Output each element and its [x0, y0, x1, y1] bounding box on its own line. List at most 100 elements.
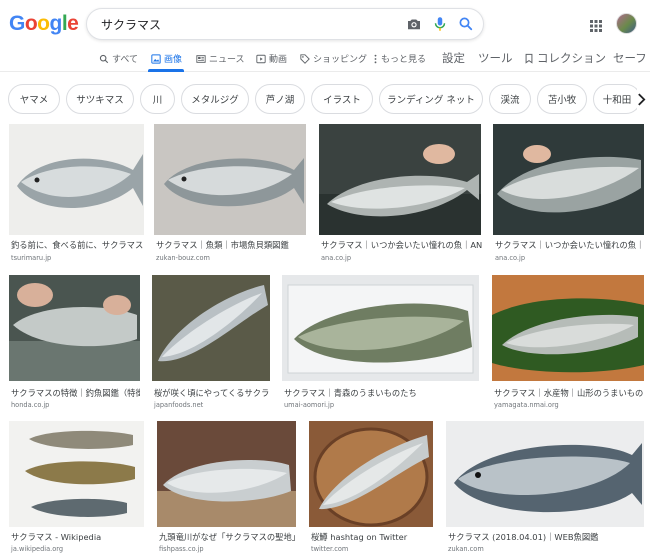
image-result[interactable]: サクラマス｜青森のうまいものたち umai-aomori.jp	[282, 275, 480, 410]
chip[interactable]: 渓流	[489, 84, 531, 114]
logo-letter: e	[67, 12, 79, 35]
chip[interactable]: 十和田	[593, 84, 641, 114]
result-thumbnail[interactable]	[9, 421, 144, 527]
chevron-right-icon[interactable]	[637, 84, 650, 114]
chip[interactable]: メタルジグ	[181, 84, 249, 114]
result-source: zukan.com	[448, 545, 484, 553]
result-thumbnail[interactable]	[282, 275, 479, 381]
result-source: yamagata.nmai.org	[494, 401, 559, 409]
result-source: japanfoods.net	[154, 401, 204, 409]
result-thumbnail[interactable]	[493, 124, 644, 235]
result-title[interactable]: サクラマス - Wikipedia	[11, 531, 145, 543]
logo-letter: o	[37, 12, 50, 35]
search-box[interactable]: サクラマス	[86, 8, 484, 40]
result-title[interactable]: サクラマスの特徴｜釣魚図鑑（特徴...	[11, 387, 140, 399]
tab-all[interactable]: すべて	[99, 52, 138, 65]
image-result[interactable]: 桜が咲く頃にやってくるサクラ... japanfoods.net	[152, 275, 270, 410]
result-source: ana.co.jp	[321, 254, 352, 262]
result-thumbnail[interactable]	[446, 421, 644, 527]
bookmark-icon	[525, 53, 533, 64]
tab-label: 動画	[269, 55, 288, 65]
result-title[interactable]: サクラマス｜水産物｜山形のうまいもの...	[494, 387, 644, 399]
result-title[interactable]: サクラマス｜いつか会いたい憧れの魚｜...	[495, 239, 644, 251]
result-thumbnail[interactable]	[309, 421, 433, 527]
image-result[interactable]: サクラマス｜いつか会いたい憧れの魚｜... ana.co.jp	[493, 124, 644, 264]
tab-videos[interactable]: 動画	[256, 52, 287, 65]
image-result[interactable]: 桜鱒 hashtag on Twitter twitter.com	[309, 421, 434, 557]
result-title[interactable]: サクラマス｜魚類｜市場魚貝類図鑑	[156, 239, 306, 251]
tab-label: すべて	[112, 55, 139, 65]
image-result[interactable]: サクラマス｜水産物｜山形のうまいもの... yamagata.nmai.org	[492, 275, 644, 410]
image-result[interactable]: サクラマスの特徴｜釣魚図鑑（特徴... honda.co.jp	[9, 275, 140, 410]
result-thumbnail[interactable]	[157, 421, 296, 527]
tab-tools[interactable]: ツール	[478, 50, 513, 66]
news-icon	[196, 54, 206, 63]
chip[interactable]: イラスト	[311, 84, 373, 114]
more-icon	[374, 54, 377, 63]
result-title[interactable]: サクラマス｜青森のうまいものたち	[284, 387, 479, 399]
result-title[interactable]: 釣る前に、食べる前に、サクラマス...	[11, 239, 144, 251]
mic-icon[interactable]	[431, 15, 449, 33]
result-source: tsurimaru.jp	[11, 254, 52, 262]
tab-label: セーフ	[613, 51, 647, 65]
grid-apps-icon[interactable]	[590, 17, 602, 32]
result-source: twitter.com	[311, 545, 349, 553]
image-result[interactable]: サクラマス｜魚類｜市場魚貝類図鑑 zukan-bouz.com	[154, 124, 307, 264]
chip[interactable]: サツキマス	[66, 84, 134, 114]
tab-label: 設定	[442, 51, 465, 65]
chip[interactable]: 川	[140, 84, 175, 114]
tab-collections[interactable]: コレクション	[524, 50, 606, 66]
image-result[interactable]: サクラマス｜いつか会いたい憧れの魚｜ANA... ana.co.jp	[319, 124, 482, 264]
tab-label: ツール	[478, 51, 513, 65]
result-thumbnail[interactable]	[492, 275, 644, 381]
image-result[interactable]: 釣る前に、食べる前に、サクラマス... tsurimaru.jp	[9, 124, 144, 264]
search-icon[interactable]	[457, 15, 475, 33]
google-logo[interactable]: Google	[9, 12, 79, 36]
tab-settings[interactable]: 設定	[442, 50, 465, 66]
result-source: ja.wikipedia.org	[11, 545, 64, 553]
image-result[interactable]: サクラマス - Wikipedia ja.wikipedia.org	[9, 421, 145, 557]
tab-shopping[interactable]: ショッピング	[300, 52, 367, 65]
result-thumbnail[interactable]	[319, 124, 481, 235]
active-tab-indicator	[148, 69, 184, 72]
result-title[interactable]: サクラマス｜いつか会いたい憧れの魚｜ANA...	[321, 239, 482, 251]
camera-icon[interactable]	[405, 15, 423, 33]
result-title[interactable]: 九頭竜川がなぜ「サクラマスの聖地」...	[159, 531, 296, 543]
image-result[interactable]: サクラマス (2018.04.01)｜WEB魚図鑑 zukan.com	[446, 421, 644, 557]
video-icon	[256, 54, 266, 63]
search-input[interactable]: サクラマス	[101, 16, 161, 33]
chip[interactable]: 芦ノ湖	[255, 84, 305, 114]
tab-images[interactable]: 画像	[151, 52, 182, 65]
chip[interactable]: 苫小牧	[537, 84, 587, 114]
result-title[interactable]: サクラマス (2018.04.01)｜WEB魚図鑑	[448, 531, 644, 543]
tab-label: ニュース	[209, 55, 245, 65]
tab-news[interactable]: ニュース	[196, 52, 245, 65]
search-icon	[99, 54, 109, 63]
image-icon	[151, 53, 161, 64]
result-source: honda.co.jp	[11, 401, 50, 409]
tab-safesearch[interactable]: セーフ	[613, 50, 647, 66]
chip[interactable]: ランディング ネット	[379, 84, 483, 114]
chip[interactable]: ヤマメ	[8, 84, 60, 114]
search-tabs: すべて 画像 ニュース 動画 ショッピング もっと見る 設定 ツール コレクショ…	[0, 46, 650, 72]
logo-letter: g	[49, 12, 63, 35]
image-result[interactable]: 九頭竜川がなぜ「サクラマスの聖地」... fishpass.co.jp	[157, 421, 297, 557]
related-chips: ヤマメ サツキマス 川 メタルジグ 芦ノ湖 イラスト ランディング ネット 渓流…	[0, 84, 650, 114]
result-title[interactable]: 桜が咲く頃にやってくるサクラ...	[154, 387, 270, 399]
result-thumbnail[interactable]	[9, 124, 144, 235]
result-title[interactable]: 桜鱒 hashtag on Twitter	[311, 531, 433, 543]
tab-label: ショッピング	[313, 55, 368, 65]
tab-label: もっと見る	[381, 55, 427, 65]
account-avatar[interactable]	[616, 13, 637, 34]
logo-letter: o	[24, 12, 38, 35]
result-thumbnail[interactable]	[9, 275, 140, 381]
result-source: fishpass.co.jp	[159, 545, 204, 553]
tab-more[interactable]: もっと見る	[373, 52, 426, 65]
result-source: zukan-bouz.com	[156, 254, 210, 262]
result-thumbnail[interactable]	[154, 124, 306, 235]
tag-icon	[300, 53, 310, 64]
tab-label: 画像	[164, 55, 183, 65]
result-thumbnail[interactable]	[152, 275, 270, 381]
logo-letter: G	[9, 12, 25, 35]
result-source: umai-aomori.jp	[284, 401, 335, 409]
